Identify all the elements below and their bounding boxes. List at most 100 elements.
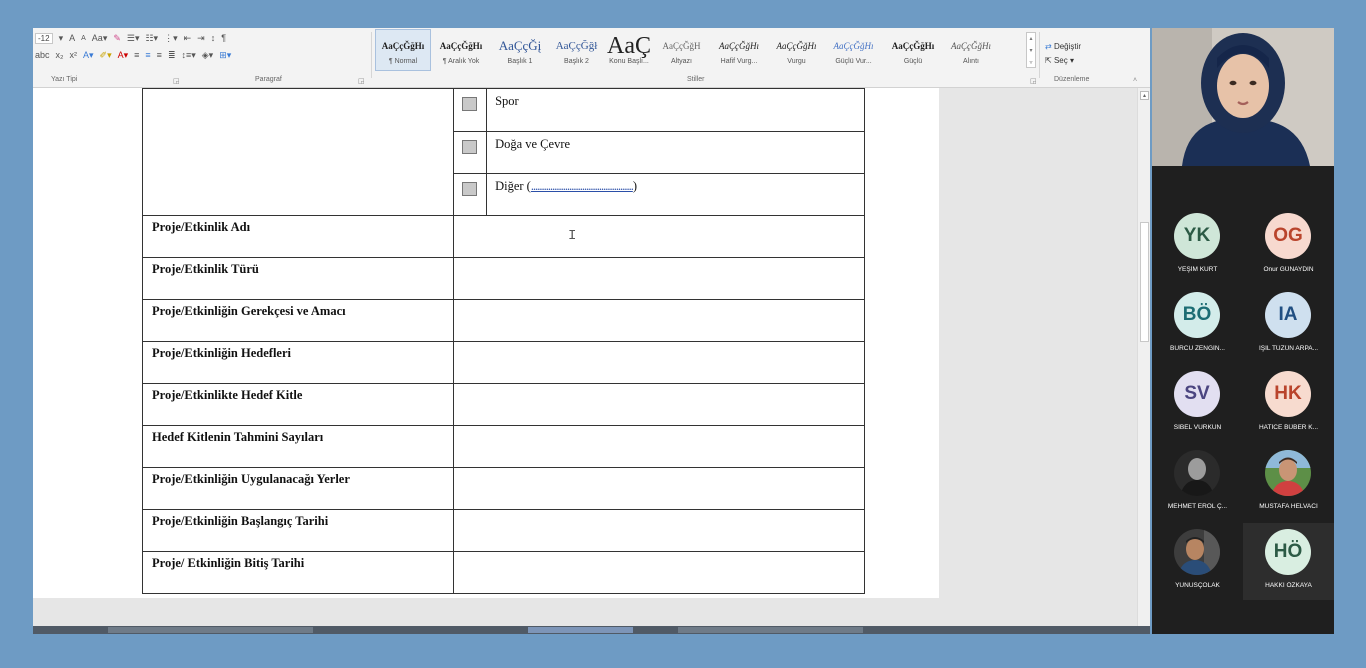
form-row-label: Proje/Etkinliğin Gerekçesi ve Amacı — [142, 299, 454, 342]
style-item[interactable]: AaÇçĞğH Altyazı — [654, 29, 709, 71]
participant-tile[interactable]: BÖ BURCU ZENGİN... — [1152, 286, 1243, 363]
text-cursor-icon: I — [568, 228, 577, 244]
style-item[interactable]: AaÇçĞğHı Güçlü — [883, 29, 943, 71]
find-button[interactable] — [1045, 32, 1125, 40]
form-row: Proje/Etkinliğin Uygulanacağı Yerler — [142, 467, 866, 510]
collapse-ribbon-icon[interactable]: ˄ — [1133, 77, 1137, 84]
form-row-value[interactable] — [452, 215, 866, 258]
borders-icon[interactable]: ⊞▾ — [219, 50, 231, 61]
option-row: Diğer (.................................… — [453, 172, 864, 215]
form-row-label: Proje/Etkinlik Adı — [142, 215, 454, 258]
font-row-1: -12 ▾ A A Aa▾ ✎ ☰▾ ☷▾ ⋮▾ ⇤ ⇥ ↕ ¶ — [35, 31, 226, 45]
form-row-value[interactable] — [452, 341, 866, 384]
participant-tile[interactable]: IA IŞIL TÜZÜN ARPA... — [1243, 286, 1334, 363]
other-fill-in[interactable]: ........................................… — [531, 179, 634, 193]
style-sample: AaÇçĞğHı — [439, 40, 483, 51]
grow-font-icon[interactable]: A — [69, 33, 75, 43]
style-sample: AaÇçĞį — [498, 37, 542, 53]
nature-checkbox[interactable] — [462, 139, 478, 154]
style-item[interactable]: AaÇçĞğHı Güçlü Vur... — [824, 29, 883, 71]
shrink-font-icon[interactable]: A — [81, 35, 86, 42]
highlight-icon[interactable]: ✐▾ — [100, 50, 112, 61]
multilevel-list-icon[interactable]: ⋮▾ — [164, 33, 178, 44]
participant-tile[interactable]: HÖ HAKKI ÖZKAYA — [1243, 523, 1334, 600]
shading-icon[interactable]: ◈▾ — [202, 50, 213, 61]
style-name: Hafif Vurg... — [720, 57, 758, 65]
form-row-value[interactable] — [452, 551, 866, 594]
increase-indent-icon[interactable]: ⇥ — [197, 33, 205, 44]
option-checkbox-cell — [453, 172, 488, 215]
participant-tile[interactable]: YUNUSÇOLAK — [1152, 523, 1243, 600]
style-item[interactable]: AaÇçĞğHı Vurgu — [769, 29, 824, 71]
scroll-up-icon[interactable]: ▴ — [1140, 91, 1149, 100]
document-page[interactable]: Spor Doğa ve Çevre Diğer (..............… — [33, 88, 939, 598]
form-row-value[interactable] — [452, 467, 866, 510]
category-options-cell: Spor Doğa ve Çevre Diğer (..............… — [452, 88, 866, 216]
presenter-illustration — [1152, 28, 1334, 166]
participant-tile[interactable]: YK YEŞİM KURT — [1152, 207, 1243, 284]
form-row-value[interactable] — [452, 383, 866, 426]
form-row-label: Proje/Etkinliğin Hedefleri — [142, 341, 454, 384]
style-item[interactable]: AaÇçĞğHı ¶ Normal — [375, 29, 431, 71]
style-item[interactable]: AaÇçĞğHı Alıntı — [943, 29, 999, 71]
font-dialog-launcher-icon[interactable]: ◲ — [173, 77, 180, 85]
text-effects-icon[interactable]: A▾ — [83, 50, 94, 61]
line-spacing-icon[interactable]: ↕≡▾ — [181, 50, 195, 61]
select-button[interactable]: ⇱ Seç ▾ — [1045, 54, 1125, 68]
style-item[interactable]: AaÇçĞğHı ¶ Aralık Yok — [431, 29, 491, 71]
font-color-icon[interactable]: A▾ — [118, 50, 129, 61]
taskbar-strip — [33, 626, 1150, 634]
style-item[interactable]: AaÇçĞğł Başlık 2 — [549, 29, 604, 71]
font-size-box[interactable]: -12 — [35, 32, 53, 44]
bullets-icon[interactable]: ☰▾ — [127, 33, 140, 44]
taskbar-item[interactable] — [108, 627, 313, 633]
presenter-video[interactable] — [1152, 28, 1334, 166]
participant-avatar: HÖ — [1265, 529, 1311, 575]
participant-tile[interactable]: HK HATİCE BÜBER K... — [1243, 365, 1334, 442]
align-center-icon[interactable]: ≡ — [145, 50, 150, 60]
replace-button[interactable]: ⇄ Değiştir — [1045, 40, 1125, 54]
form-row-value[interactable] — [452, 509, 866, 552]
justify-icon[interactable]: ≣ — [168, 50, 176, 61]
scroll-thumb[interactable] — [1140, 222, 1149, 342]
form-row-value[interactable] — [452, 257, 866, 300]
decrease-indent-icon[interactable]: ⇤ — [184, 33, 192, 44]
participant-tile[interactable]: MUSTAFA HELVACI — [1243, 444, 1334, 521]
style-sample: AaÇçĞğHı — [833, 40, 874, 51]
participant-tile[interactable]: OG Onur GÜNAYDIN — [1243, 207, 1334, 284]
numbering-icon[interactable]: ☷▾ — [145, 33, 158, 44]
select-icon: ⇱ — [1045, 56, 1052, 65]
show-marks-icon[interactable]: ¶ — [221, 33, 226, 43]
change-case-icon[interactable]: Aa▾ — [92, 33, 108, 44]
paragraph-dialog-launcher-icon[interactable]: ◲ — [358, 77, 365, 85]
subscript-icon[interactable]: x₂ — [56, 50, 64, 60]
form-row-label: Proje/Etkinlik Türü — [142, 257, 454, 300]
superscript-icon[interactable]: x² — [70, 50, 78, 60]
participant-avatar: HK — [1265, 371, 1311, 417]
taskbar-item[interactable] — [528, 627, 633, 633]
styles-scroll-control[interactable]: ▴ ▾ ▿ — [1026, 32, 1036, 68]
document-area: Spor Doğa ve Çevre Diğer (..............… — [33, 88, 1150, 634]
align-left-icon[interactable]: ≡ — [134, 50, 139, 60]
other-checkbox[interactable] — [462, 181, 478, 196]
font-size-dropdown-icon[interactable]: ▾ — [59, 33, 64, 44]
style-sample: AaÇçĞğHı — [891, 40, 935, 51]
styles-dialog-launcher-icon[interactable]: ◲ — [1030, 77, 1037, 85]
taskbar-item[interactable] — [678, 627, 863, 633]
style-name: Altyazı — [670, 57, 692, 65]
style-sample: AaÇçĞğł — [555, 39, 598, 52]
sport-checkbox[interactable] — [462, 97, 478, 111]
strikethrough-icon[interactable]: abc — [35, 50, 50, 60]
style-name: Alıntı — [963, 57, 979, 65]
participant-tile[interactable]: SV SİBEL VURKUN — [1152, 365, 1243, 442]
style-item[interactable]: AaÇçĞğHı Hafif Vurg... — [709, 29, 769, 71]
clear-format-icon[interactable]: ✎ — [113, 33, 121, 44]
style-item[interactable]: AaÇ Konu Başlı... — [604, 29, 654, 71]
vertical-scrollbar[interactable]: ▴ — [1137, 88, 1150, 634]
align-right-icon[interactable]: ≡ — [157, 50, 162, 60]
style-item[interactable]: AaÇçĞį Başlık 1 — [491, 29, 549, 71]
sort-icon[interactable]: ↕ — [211, 33, 216, 43]
form-row-value[interactable] — [452, 299, 866, 342]
form-row-value[interactable] — [452, 425, 866, 468]
participant-tile[interactable]: MEHMET EROL Ç... — [1152, 444, 1243, 521]
